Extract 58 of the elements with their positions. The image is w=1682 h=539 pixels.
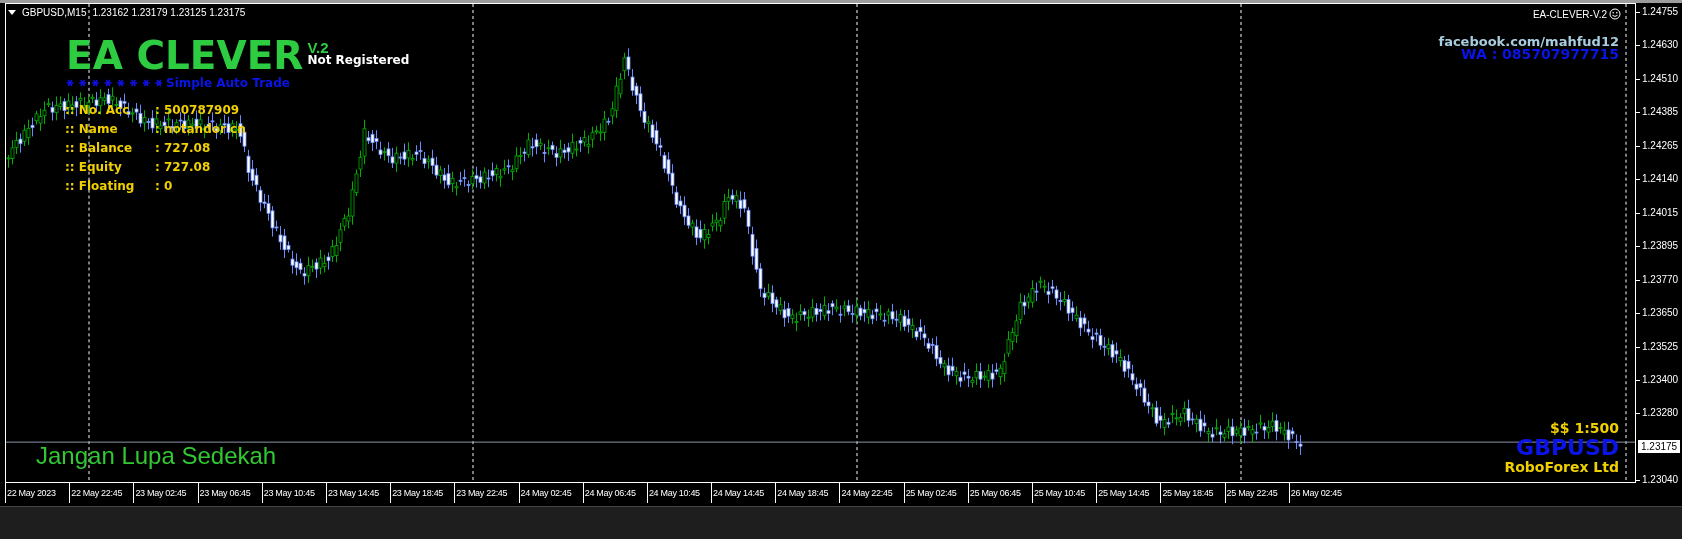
symbol-label: GBPUSD	[1516, 437, 1619, 458]
info-value: : 727.08	[155, 140, 212, 156]
time-label: 25 May 10:45	[1032, 483, 1097, 504]
time-label: 26 May 02:45	[1288, 483, 1353, 504]
time-label: 24 May 14:45	[711, 483, 776, 504]
info-label: :: Balance	[65, 140, 134, 156]
current-price-label: 1.23175	[1638, 440, 1681, 453]
footer-message: Jangan Lupa Sedekah	[36, 442, 277, 470]
leverage-label: $$ 1:500	[1550, 419, 1619, 437]
registration-status: Not Registered	[307, 54, 410, 67]
broker-name: RoboForex Ltd	[1504, 458, 1619, 476]
time-label: 25 May 02:45	[903, 483, 968, 504]
logo-title: EA CLEVER	[66, 37, 304, 75]
time-label: 23 May 10:45	[261, 483, 326, 504]
info-label: :: Name	[65, 121, 119, 137]
price-quotes: 1.23162 1.23179 1.23125 1.23175	[92, 7, 246, 18]
dropdown-icon[interactable]	[8, 10, 16, 15]
price-label: 1.23525	[1642, 339, 1679, 354]
tagline: Simple Auto Trade	[166, 76, 290, 90]
time-label: 22 May 2023	[5, 483, 70, 504]
time-label: 23 May 14:45	[325, 483, 391, 504]
time-label: 24 May 22:45	[839, 483, 904, 504]
expert-name: EA-CLEVER-V.2	[1532, 8, 1607, 20]
time-label: 24 May 18:45	[775, 483, 840, 504]
info-label: :: Floating	[65, 178, 136, 194]
version-label: V.2	[307, 41, 329, 54]
price-label: 1.24265	[1642, 138, 1679, 153]
price-label: 1.23400	[1642, 372, 1679, 387]
time-label: 23 May 18:45	[390, 483, 455, 504]
whatsapp-number: WA : 085707977715	[1461, 48, 1619, 61]
time-label: 24 May 06:45	[582, 483, 647, 504]
time-label: 22 May 22:45	[69, 483, 134, 504]
info-value: : 727.08	[155, 159, 212, 175]
time-label: 23 May 02:45	[133, 483, 198, 504]
time-label: 23 May 06:45	[197, 483, 262, 504]
price-label: 1.24630	[1642, 38, 1679, 53]
price-label: 1.24385	[1642, 105, 1679, 120]
info-value: : 0	[155, 178, 174, 194]
time-label: 25 May 18:45	[1160, 483, 1225, 504]
price-label: 1.23040	[1642, 473, 1679, 487]
price-label: 1.23895	[1642, 239, 1679, 254]
price-label: 1.24510	[1642, 71, 1679, 86]
time-label: 25 May 14:45	[1096, 483, 1161, 504]
info-value: : 500787909	[155, 102, 241, 118]
price-label: 1.23770	[1642, 272, 1679, 287]
price-label: 1.23280	[1642, 406, 1679, 421]
chart-symbol: GBPUSD,M15	[22, 7, 87, 18]
time-label: 24 May 10:45	[646, 483, 712, 504]
time-label: 25 May 22:45	[1224, 483, 1289, 504]
price-label: 1.24015	[1642, 205, 1679, 220]
price-label: 1.23650	[1642, 306, 1679, 321]
info-label: :: Equity	[65, 159, 123, 175]
time-label: 24 May 02:45	[518, 483, 583, 504]
smiley-icon	[1609, 8, 1621, 20]
price-label: 1.24755	[1642, 5, 1679, 19]
time-label: 25 May 06:45	[967, 483, 1032, 504]
time-label: 23 May 22:45	[454, 483, 519, 504]
price-label: 1.24140	[1642, 172, 1679, 187]
